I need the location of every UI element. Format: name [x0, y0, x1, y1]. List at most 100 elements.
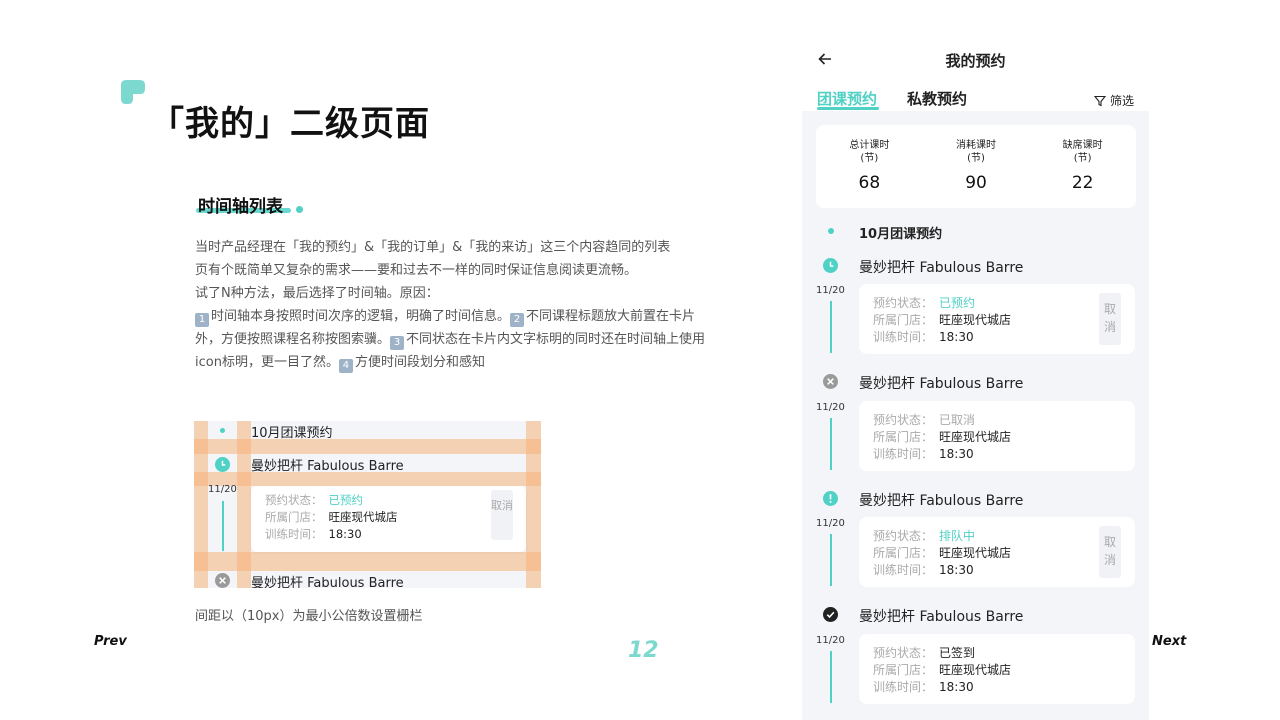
number-badge: 3	[390, 336, 405, 350]
store-row: 所属门店： 旺座现代城店	[873, 546, 1012, 560]
stat-value: 68	[858, 173, 881, 193]
logo-icon	[121, 80, 145, 104]
active-tab-indicator	[817, 107, 879, 110]
booking-card[interactable]: 预约状态： 排队中 所属门店： 旺座现代城店 训练时间： 18:30 取消	[859, 517, 1135, 587]
demo-card: 预约状态： 已预约 所属门店： 旺座现代城店 训练时间： 18:30 取消	[251, 486, 526, 552]
course-date: 11/20	[816, 518, 845, 529]
page-number: 12	[628, 638, 659, 663]
time-row: 训练时间： 18:30	[873, 563, 974, 577]
store-row: 所属门店： 旺座现代城店	[873, 663, 1012, 677]
stat-consumed: 消耗课时 (节) 90	[923, 125, 1030, 208]
check-icon	[823, 607, 838, 622]
alert-icon	[823, 491, 838, 506]
demo-course-title: 曼妙把杆 Fabulous Barre	[251, 576, 404, 588]
course-title: 曼妙把杆 Fabulous Barre	[859, 609, 1024, 625]
store-value: 旺座现代城店	[939, 546, 1012, 560]
filter-label: 筛选	[1110, 94, 1135, 108]
grid-row-band	[194, 552, 541, 571]
reason-text: 方便时间段划分和感知	[354, 355, 485, 370]
timeline-line	[830, 301, 832, 353]
time-row: 训练时间： 18:30	[265, 527, 362, 541]
stats-card: 总计课时 (节) 68 消耗课时 (节) 90 缺席课时 (节) 22	[816, 125, 1136, 208]
section-title: 时间轴列表	[198, 197, 283, 217]
reason-text: 时间轴本身按照时间次序的逻辑，明确了时间信息。	[211, 309, 511, 324]
grid-demo: 10月团课预约 曼妙把杆 Fabulous Barre 11/20 预约状态：已…	[194, 421, 541, 588]
booking-card[interactable]: 预约状态： 已预约 所属门店： 旺座现代城店 训练时间： 18:30 取消	[859, 284, 1135, 354]
store-value: 旺座现代城店	[939, 430, 1012, 444]
status-value: 已取消	[939, 413, 976, 427]
course-title: 曼妙把杆 Fabulous Barre	[859, 493, 1024, 509]
status-row: 预约状态： 已取消	[873, 413, 976, 427]
desc-line: 试了N种方法，最后选择了时间轴。原因：	[195, 286, 439, 301]
tab-private-class[interactable]: 私教预约	[907, 88, 967, 109]
demo-month: 10月团课预约	[251, 426, 333, 441]
next-link[interactable]: Next	[1152, 634, 1186, 649]
store-value: 旺座现代城店	[939, 663, 1012, 677]
stat-unit: (节)	[967, 153, 985, 164]
description: 当时产品经理在「我的预约」&「我的订单」&「我的来访」这三个内容趋同的列表 页有…	[195, 236, 720, 374]
status-row: 预约状态： 已预约	[265, 493, 364, 507]
desc-line: 页有个既简单又复杂的需求——要和过去不一样的同时保证信息阅读更流畅。	[195, 263, 638, 278]
status-row: 预约状态： 已预约	[873, 296, 976, 310]
store-value: 旺座现代城店	[939, 313, 1012, 327]
cancel-button[interactable]: 取消	[491, 490, 513, 540]
course-title: 曼妙把杆 Fabulous Barre	[859, 376, 1024, 392]
phone-title: 我的预约	[945, 52, 1006, 70]
tab-group-class[interactable]: 团课预约	[817, 88, 877, 109]
number-badge: 4	[338, 359, 353, 373]
store-value: 旺座现代城店	[328, 510, 398, 524]
timeline-line	[830, 418, 832, 470]
store-row: 所属门店： 旺座现代城店	[873, 430, 1012, 444]
clock-icon	[215, 457, 230, 472]
status-row: 预约状态： 排队中	[873, 529, 976, 543]
stat-absent: 缺席课时 (节) 22	[1029, 125, 1136, 208]
number-badge: 1	[195, 313, 209, 327]
desc-line: 当时产品经理在「我的预约」&「我的订单」&「我的来访」这三个内容趋同的列表	[195, 240, 671, 255]
section-dot	[296, 206, 303, 213]
course-title: 曼妙把杆 Fabulous Barre	[859, 260, 1024, 276]
clock-icon	[823, 258, 838, 273]
status-value: 已预约	[328, 493, 364, 507]
time-row: 训练时间： 18:30	[873, 680, 974, 694]
course-date: 11/20	[816, 635, 845, 646]
page-title: 「我的」二级页面	[150, 104, 430, 144]
filter-icon	[1094, 95, 1106, 106]
booking-card[interactable]: 预约状态： 已取消 所属门店： 旺座现代城店 训练时间： 18:30	[859, 401, 1135, 471]
month-heading: 10月团课预约	[859, 227, 943, 242]
store-row: 所属门店： 旺座现代城店	[873, 313, 1012, 327]
course-date: 11/20	[816, 402, 845, 413]
grid-row-band	[194, 439, 541, 454]
reasons: 1 时间轴本身按照时间次序的逻辑，明确了时间信息。 2 不同课程标题放大前置在卡片外，…	[195, 305, 720, 374]
filter-button[interactable]: 筛选	[1094, 92, 1134, 109]
stat-value: 90	[965, 173, 987, 193]
status-value: 已签到	[939, 646, 976, 660]
time-row: 训练时间： 18:30	[873, 447, 974, 461]
time-value: 18:30	[328, 527, 362, 541]
time-value: 18:30	[939, 330, 974, 344]
number-badge: 2	[510, 313, 525, 327]
stat-unit: (节)	[860, 153, 879, 164]
cancel-button[interactable]: 取消	[1099, 293, 1121, 345]
timeline-line	[830, 534, 832, 586]
stat-unit: (节)	[1073, 153, 1092, 164]
booking-card[interactable]: 预约状态： 已签到 所属门店： 旺座现代城店 训练时间： 18:30	[859, 634, 1135, 704]
stat-label: 缺席课时	[1062, 140, 1103, 151]
store-row: 所属门店： 旺座现代城店	[265, 510, 398, 524]
cancelled-icon	[823, 374, 838, 389]
stat-total: 总计课时 (节) 68	[816, 125, 923, 208]
demo-course-title: 曼妙把杆 Fabulous Barre	[251, 459, 404, 474]
demo-date: 11/20	[208, 484, 237, 495]
stat-value: 22	[1071, 173, 1094, 193]
time-value: 18:30	[939, 563, 974, 577]
stat-label: 消耗课时	[956, 140, 996, 151]
course-date: 11/20	[816, 285, 845, 296]
timeline-line	[222, 501, 224, 551]
month-dot-icon	[220, 428, 225, 433]
cancelled-icon	[215, 573, 230, 588]
cancel-button[interactable]: 取消	[1099, 526, 1121, 578]
time-value: 18:30	[939, 447, 974, 461]
prev-link[interactable]: Prev	[94, 634, 127, 649]
phone-screen: 我的预约 团课预约 私教预约 筛选 总计课时 (节) 68 消耗课时 (节) 9…	[802, 0, 1149, 720]
status-row: 预约状态： 已签到	[873, 646, 976, 660]
caption: 间距以（10px）为最小公倍数设置栅栏	[195, 609, 423, 624]
